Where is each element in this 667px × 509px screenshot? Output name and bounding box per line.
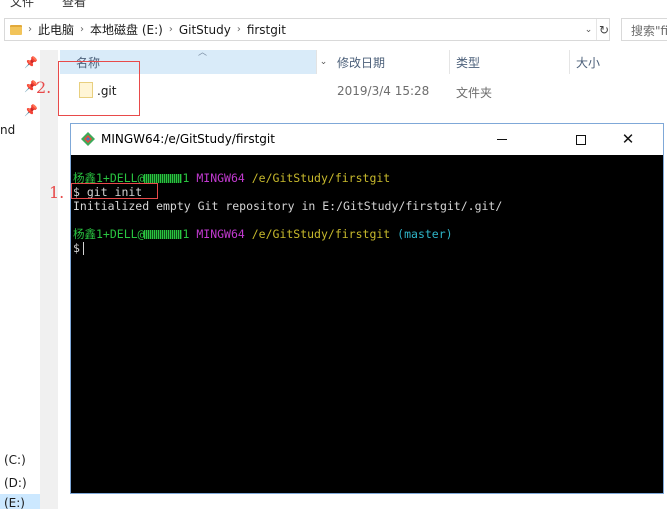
sort-ascending-icon: ︿ xyxy=(198,48,208,58)
annotation-box-git-folder xyxy=(58,61,140,116)
folder-icon xyxy=(10,24,22,35)
chevron-right-icon[interactable]: › xyxy=(80,24,84,35)
terminal-window[interactable]: MINGW64:/e/GitStudy/firstgit ✕ 杨鑫1+DELL@… xyxy=(70,123,664,494)
redacted-hostname xyxy=(144,230,183,239)
git-diamond-icon xyxy=(81,132,95,146)
file-list: ︿ 名称 ⌄ 修改日期 类型 大小 .git 2019/3/4 15:28 文件… xyxy=(60,48,667,122)
close-button[interactable]: ✕ xyxy=(605,124,651,155)
search-input[interactable]: 搜索"firstgit" xyxy=(621,18,667,41)
address-row: › 此电脑 › 本地磁盘 (E:) › GitStudy › firstgit … xyxy=(0,8,667,50)
address-bar[interactable]: › 此电脑 › 本地磁盘 (E:) › GitStudy › firstgit … xyxy=(4,18,610,41)
breadcrumb-local-disk[interactable]: 本地磁盘 (E:) xyxy=(90,21,163,38)
chevron-down-icon[interactable]: ⌄ xyxy=(580,19,597,40)
annotation-label-1: 1. xyxy=(49,183,65,202)
nav-item-partial[interactable]: nd xyxy=(0,123,15,137)
file-row[interactable]: .git 2019/3/4 15:28 文件夹 xyxy=(60,78,667,106)
minimize-button[interactable] xyxy=(479,124,525,155)
menu-strip: 文件 查看 xyxy=(0,0,667,8)
terminal-output-line: Initialized empty Git repository in E:/G… xyxy=(73,199,503,213)
breadcrumb-this-pc[interactable]: 此电脑 xyxy=(38,21,74,38)
refresh-icon[interactable]: ↻ xyxy=(596,19,611,40)
nav-item-drive-e-selected[interactable]: (E:) xyxy=(0,494,40,509)
chevron-right-icon[interactable]: › xyxy=(28,24,32,35)
column-header-type[interactable]: 类型 xyxy=(450,50,570,74)
chevron-right-icon[interactable]: › xyxy=(169,24,173,35)
prompt-host-suffix: 1 xyxy=(182,171,190,185)
annotation-label-2: 2. xyxy=(36,78,52,97)
prompt-host-suffix: 1 xyxy=(182,227,190,241)
file-type: 文件夹 xyxy=(456,86,493,100)
maximize-button[interactable] xyxy=(558,124,604,155)
navigation-pane: 📌 📌 📌 nd (C:) (D:) xyxy=(0,50,58,509)
nav-scrollbar[interactable] xyxy=(40,50,58,509)
minimize-icon xyxy=(497,139,507,140)
nav-item-drive-d[interactable]: (D:) xyxy=(4,476,27,490)
pin-icon[interactable]: 📌 xyxy=(24,56,38,69)
nav-item-drive-c[interactable]: (C:) xyxy=(4,453,26,467)
breadcrumb-gitstudy[interactable]: GitStudy xyxy=(179,23,231,37)
menu-item-file[interactable]: 文件 xyxy=(10,0,34,8)
breadcrumb-firstgit[interactable]: firstgit xyxy=(247,23,286,37)
maximize-icon xyxy=(576,134,586,145)
annotation-box-git-init xyxy=(71,183,158,199)
close-icon: ✕ xyxy=(621,130,635,148)
chevron-down-icon[interactable]: ⌄ xyxy=(316,50,330,74)
file-date: 2019/3/4 15:28 xyxy=(337,84,430,98)
text-cursor xyxy=(82,242,84,255)
column-header-size[interactable]: 大小 xyxy=(570,50,667,74)
terminal-title: MINGW64:/e/GitStudy/firstgit xyxy=(101,132,275,146)
terminal-input-line[interactable]: $ xyxy=(73,241,84,255)
prompt-path: /e/GitStudy/firstgit xyxy=(251,227,391,241)
chevron-right-icon[interactable]: › xyxy=(237,24,241,35)
menu-item-view[interactable]: 查看 xyxy=(62,0,86,8)
prompt-symbol: $ xyxy=(73,241,80,255)
prompt-branch: (master) xyxy=(397,227,453,241)
terminal-title-bar[interactable]: MINGW64:/e/GitStudy/firstgit ✕ xyxy=(71,124,663,155)
nav-item-drive-e: (E:) xyxy=(4,496,25,509)
pin-icon[interactable]: 📌 xyxy=(24,104,38,117)
prompt-path: /e/GitStudy/firstgit xyxy=(251,171,391,185)
prompt-user: 杨鑫1+DELL@ xyxy=(73,227,145,241)
prompt-env: MINGW64 xyxy=(196,171,245,185)
terminal-output[interactable]: 杨鑫1+DELL@ 1 MINGW64 /e/GitStudy/firstgit … xyxy=(71,155,663,493)
terminal-scrollbar[interactable] xyxy=(660,155,663,493)
column-header-row: ︿ 名称 ⌄ 修改日期 类型 大小 xyxy=(60,48,667,74)
prompt-env: MINGW64 xyxy=(196,227,245,241)
terminal-prompt-line: 杨鑫1+DELL@ 1 MINGW64 /e/GitStudy/firstgit … xyxy=(73,227,453,241)
column-header-date[interactable]: 修改日期 xyxy=(330,50,450,74)
redacted-hostname xyxy=(144,174,183,183)
